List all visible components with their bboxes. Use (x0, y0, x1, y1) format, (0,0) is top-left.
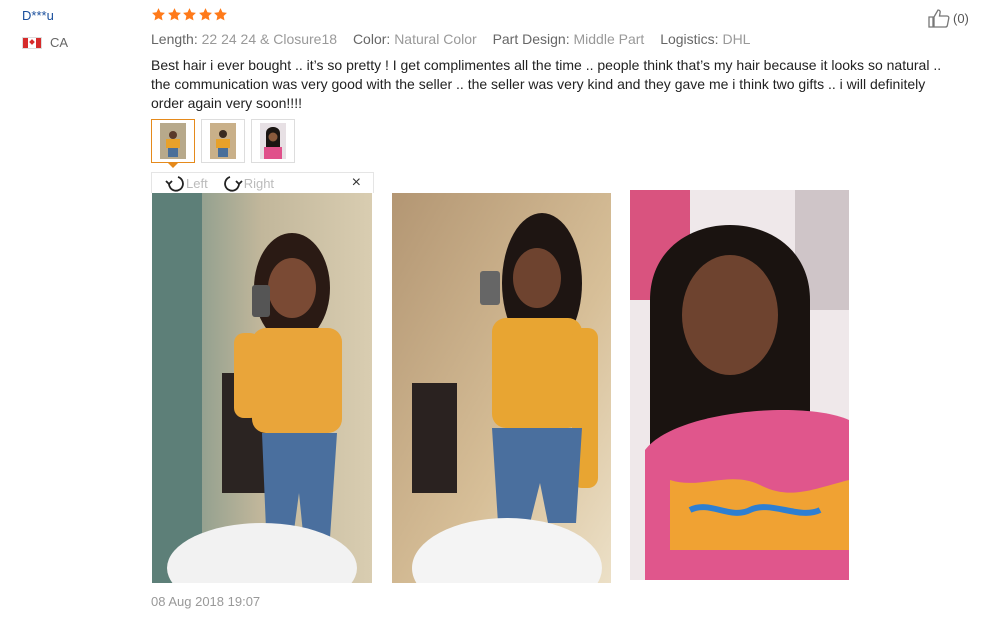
review-date: 08 Aug 2018 19:07 (151, 594, 261, 609)
rotate-left-label: Left (186, 175, 208, 191)
review-photo-1[interactable] (152, 193, 372, 583)
rotate-left-button[interactable]: Left (164, 174, 208, 192)
review-photo-3[interactable] (630, 190, 849, 580)
rotate-right-label: Right (243, 175, 275, 191)
thumbs-up-icon (928, 9, 950, 28)
rotate-left-icon (165, 176, 184, 192)
close-icon[interactable]: × (352, 174, 361, 192)
rotate-right-icon (223, 176, 243, 192)
attribute-part-design: Part Design: Middle Part (492, 31, 645, 47)
review-photo-2[interactable] (392, 193, 611, 583)
photo-thumbnail-3[interactable] (251, 119, 295, 163)
reviewer-country: CA (22, 35, 68, 50)
rotate-right-button[interactable]: Right (222, 174, 274, 192)
helpful-button[interactable]: (0) (927, 8, 969, 28)
star-rating (151, 7, 229, 22)
product-attributes: Length: 22 24 24 & Closure18 Color: Natu… (151, 31, 762, 47)
star-icon (167, 7, 182, 22)
star-icon (151, 7, 166, 22)
image-viewer-toolbar: Left Right × (151, 172, 374, 193)
photo-thumbnails (151, 119, 301, 168)
country-code: CA (50, 35, 69, 50)
attribute-length: Length: 22 24 24 & Closure18 (151, 31, 338, 47)
reviewer-name: D***u (22, 8, 54, 23)
helpful-count: (0) (953, 10, 969, 26)
canada-flag-icon (22, 36, 42, 49)
photo-thumbnail-2[interactable] (201, 119, 245, 163)
star-icon (198, 7, 213, 22)
review-text: Best hair i ever bought .. it’s so prett… (151, 57, 942, 111)
attribute-color: Color: Natural Color (352, 31, 477, 47)
attribute-logistics: Logistics: DHL (660, 31, 751, 47)
photo-thumbnail-1[interactable] (151, 119, 195, 168)
star-icon (213, 7, 228, 22)
star-icon (182, 7, 197, 22)
